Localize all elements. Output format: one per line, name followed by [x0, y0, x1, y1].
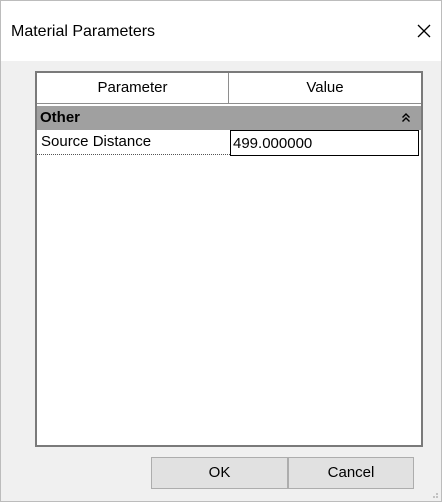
source-distance-value-input[interactable]	[230, 130, 419, 156]
material-parameters-dialog: Material Parameters Parameter Value Othe…	[0, 0, 442, 502]
property-grid[interactable]: Parameter Value Other Source Distance	[35, 71, 423, 447]
column-header-value[interactable]: Value	[229, 73, 421, 103]
dialog-title: Material Parameters	[11, 23, 156, 40]
category-row-other[interactable]: Other	[37, 106, 421, 130]
double-chevron-up-icon[interactable]	[401, 112, 411, 124]
ok-button[interactable]: OK	[151, 457, 288, 489]
resize-grip-icon[interactable]	[429, 489, 439, 499]
grid-header-row: Parameter Value	[37, 73, 421, 104]
close-button[interactable]	[407, 15, 441, 49]
cancel-button[interactable]: Cancel	[288, 457, 414, 489]
category-label: Other	[40, 109, 81, 126]
property-name[interactable]: Source Distance	[37, 130, 230, 155]
property-row-source-distance: Source Distance	[37, 130, 421, 156]
column-header-parameter[interactable]: Parameter	[37, 73, 229, 103]
title-bar: Material Parameters	[1, 1, 441, 61]
close-icon	[417, 24, 431, 38]
